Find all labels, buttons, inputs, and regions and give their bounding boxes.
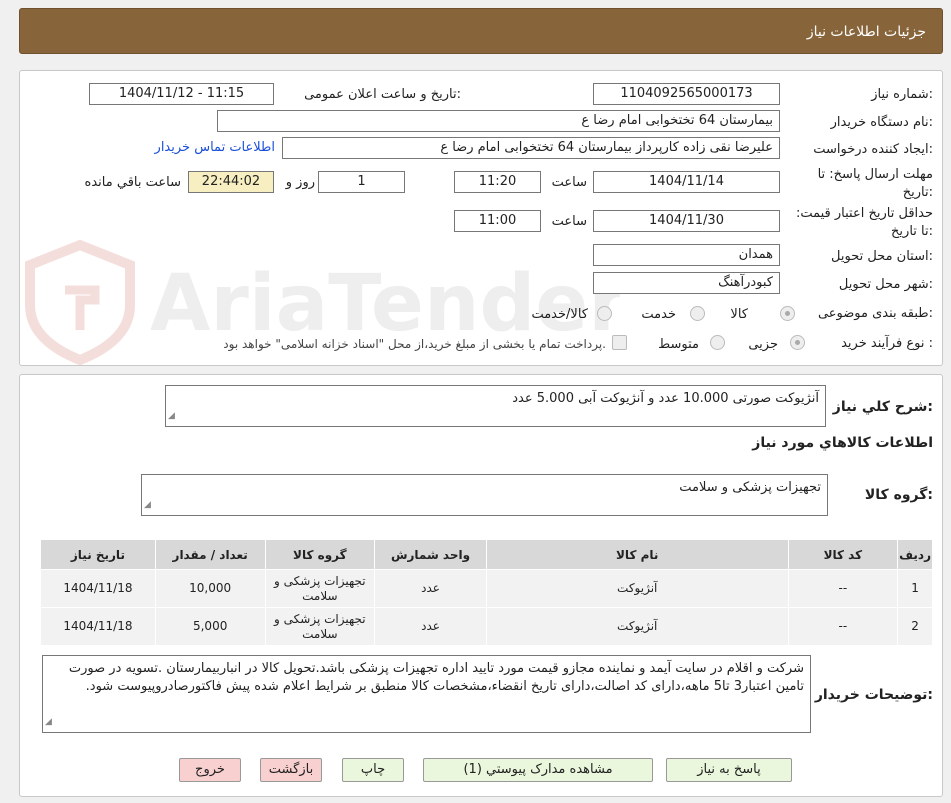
province-label: استان محل تحویل: <box>831 249 933 264</box>
process-radio-minor[interactable] <box>790 335 805 350</box>
buyer-notes-label: توضیحات خریدار: <box>814 687 933 703</box>
summary-text: آنژیوکت صورتی 10.000 عدد و آنژیوکت آبی 5… <box>512 391 819 406</box>
cell-qty: 5,000 <box>154 607 266 646</box>
table-header-row: ردیف کد کالا نام کالا واحد شمارش گروه کا… <box>40 539 933 570</box>
creator-label: ایجاد کننده درخواست: <box>813 142 933 157</box>
process-label: نوع فرآیند خرید : <box>841 336 933 351</box>
deadline-label: مهلت ارسال پاسخ: تا تاریخ: <box>817 167 933 200</box>
view-documents-button[interactable]: مشاهده مدارک پیوستي (1) <box>423 758 653 782</box>
payment-note: پرداخت تمام یا بخشی از مبلغ خرید،از محل … <box>223 337 606 351</box>
resize-handle-icon[interactable]: ◢ <box>45 713 52 731</box>
summary-textarea[interactable]: آنژیوکت صورتی 10.000 عدد و آنژیوکت آبی 5… <box>165 385 826 427</box>
cell-index: 1 <box>897 569 933 608</box>
cell-date: 1404/11/18 <box>40 569 156 608</box>
category-option-service: خدمت <box>641 307 676 322</box>
print-button[interactable]: چاپ <box>342 758 404 782</box>
cell-code: -- <box>787 569 899 608</box>
category-radio-goods[interactable] <box>780 306 795 321</box>
cell-name: آنژیوکت <box>485 569 789 608</box>
category-option-goods: کالا <box>730 307 748 322</box>
cell-qty: 10,000 <box>154 569 266 608</box>
category-radio-both[interactable] <box>597 306 612 321</box>
province-field[interactable]: همدان <box>593 244 780 266</box>
table-row: 2 -- آنژیوکت عدد تجهیزات پزشکی و سلامت 5… <box>40 607 933 646</box>
category-radio-service[interactable] <box>690 306 705 321</box>
table-row: 1 -- آنژیوکت عدد تجهیزات پزشکی و سلامت 1… <box>40 569 933 608</box>
city-label: شهر محل تحویل: <box>838 277 933 292</box>
cell-code: -- <box>787 607 899 646</box>
goods-table: ردیف کد کالا نام کالا واحد شمارش گروه کا… <box>40 539 933 646</box>
category-label: طبقه بندی موضوعی: <box>817 306 933 321</box>
goods-group-label: گروه کالا: <box>864 487 933 503</box>
page-title: جزئیات اطلاعات نیاز <box>806 24 926 40</box>
cell-unit: عدد <box>374 569 487 608</box>
validity-time-label: ساعت <box>551 214 587 229</box>
deadline-time-label: ساعت <box>551 175 587 190</box>
announce-field[interactable]: 1404/11/12 - 11:15 <box>89 83 274 105</box>
validity-label: حداقل تاریخ اعتبار قیمت: تا تاریخ: <box>795 206 933 239</box>
remaining-time-field: 22:44:02 <box>188 171 274 193</box>
creator-field[interactable]: علیرضا نقی زاده کارپرداز بیمارستان 64 تخ… <box>282 137 780 159</box>
cell-date: 1404/11/18 <box>40 607 156 646</box>
process-option-minor: جزیی <box>748 337 778 352</box>
col-header-code: کد کالا <box>787 539 899 570</box>
process-option-medium: متوسط <box>658 337 699 352</box>
goods-group-text: تجهیزات پزشکی و سلامت <box>679 480 821 495</box>
resize-handle-icon[interactable]: ◢ <box>144 496 151 514</box>
col-header-qty: تعداد / مقدار <box>154 539 266 570</box>
cell-name: آنژیوکت <box>485 607 789 646</box>
back-button[interactable]: بازگشت <box>260 758 322 782</box>
page-header: جزئیات اطلاعات نیاز <box>19 8 943 54</box>
buyer-contact-link[interactable]: اطلاعات تماس خریدار <box>155 140 275 155</box>
need-number-label: شماره نیاز: <box>871 87 933 102</box>
remaining-label: ساعت باقي مانده <box>84 175 181 190</box>
validity-time-field[interactable]: 11:00 <box>454 210 541 232</box>
resize-handle-icon[interactable]: ◢ <box>168 407 175 425</box>
cell-index: 2 <box>897 607 933 646</box>
goods-section-title: اطلاعات کالاهاي مورد نياز <box>752 435 933 451</box>
buyer-org-label: نام دستگاه خریدار: <box>830 115 933 130</box>
validity-date-field[interactable]: 1404/11/30 <box>593 210 780 232</box>
col-header-unit: واحد شمارش <box>374 539 487 570</box>
summary-label: شرح کلي نياز: <box>832 399 933 415</box>
deadline-time-field[interactable]: 11:20 <box>454 171 541 193</box>
col-header-date: تاریخ نیاز <box>40 539 156 570</box>
treasury-checkbox[interactable] <box>612 335 627 350</box>
days-field[interactable]: 1 <box>318 171 405 193</box>
cell-group: تجهیزات پزشکی و سلامت <box>264 607 376 646</box>
cell-group: تجهیزات پزشکی و سلامت <box>264 569 376 608</box>
days-label: روز و <box>285 175 315 190</box>
deadline-date-field[interactable]: 1404/11/14 <box>593 171 780 193</box>
cell-unit: عدد <box>374 607 487 646</box>
buyer-org-field[interactable]: بیمارستان 64 تختخوابی امام رضا ع <box>217 110 780 132</box>
col-header-name: نام کالا <box>485 539 789 570</box>
announce-label: تاریخ و ساعت اعلان عمومی: <box>304 87 461 102</box>
exit-button[interactable]: خروج <box>179 758 241 782</box>
col-header-group: گروه کالا <box>264 539 376 570</box>
buyer-notes-text: شرکت و اقلام در سایت آیمد و نماینده مجاز… <box>68 661 804 694</box>
col-header-index: ردیف <box>897 539 933 570</box>
process-radio-medium[interactable] <box>710 335 725 350</box>
goods-group-textarea[interactable]: تجهیزات پزشکی و سلامت ◢ <box>141 474 828 516</box>
category-option-both: کالا/خدمت <box>531 307 588 322</box>
reply-button[interactable]: پاسخ به نیاز <box>666 758 792 782</box>
buyer-notes-textarea[interactable]: شرکت و اقلام در سایت آیمد و نماینده مجاز… <box>42 655 811 733</box>
need-number-field[interactable]: 1104092565000173 <box>593 83 780 105</box>
city-field[interactable]: کبودرآهنگ <box>593 272 780 294</box>
